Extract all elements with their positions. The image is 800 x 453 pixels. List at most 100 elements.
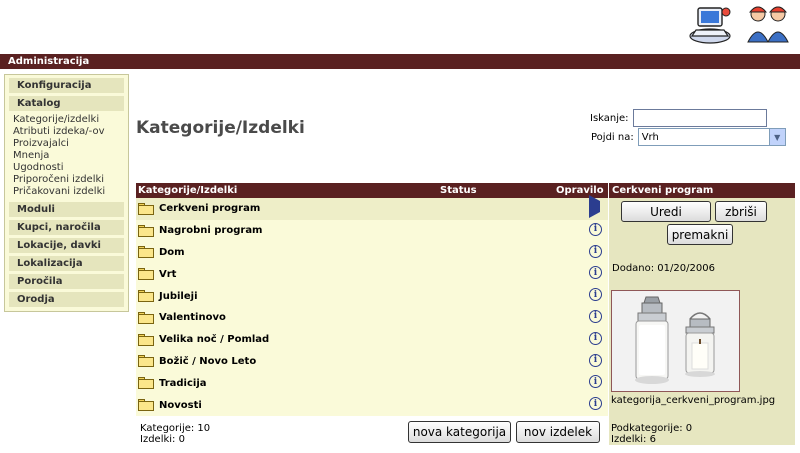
admin-title-bar: Administracija (0, 54, 800, 69)
detail-product-count: Izdelki: 6 (611, 434, 656, 445)
category-image (611, 290, 740, 392)
category-name[interactable]: Velika noč / Pomlad (159, 334, 269, 345)
goto-selected-value: Vrh (641, 131, 659, 143)
table-row[interactable]: Velika noč / Pomlad i (136, 328, 608, 351)
move-button[interactable]: premakni (667, 224, 733, 245)
sidebar-section-lokalizacija[interactable]: Lokalizacija (9, 256, 124, 271)
info-icon[interactable]: i (589, 375, 602, 389)
info-icon[interactable]: i (589, 331, 602, 345)
category-name[interactable]: Valentinovo (159, 312, 226, 323)
folder-icon (138, 268, 154, 281)
new-product-button[interactable]: nov izdelek (516, 421, 600, 443)
info-icon[interactable]: i (589, 222, 602, 236)
detail-counts: Podkategorije: 0 Izdelki: 6 (611, 423, 692, 445)
info-icon[interactable]: i (589, 397, 602, 411)
category-name[interactable]: Cerkveni program (159, 203, 260, 214)
added-date: Dodano: 01/20/2006 (612, 263, 715, 274)
sidebar-section-orodja[interactable]: Orodja (9, 292, 124, 307)
new-category-button[interactable]: nova kategorija (408, 421, 511, 443)
goto-select[interactable]: Vrh ▼ (637, 128, 786, 146)
folder-icon (138, 224, 154, 237)
page-title: Kategorije/Izdelki (136, 118, 305, 138)
edit-button[interactable]: Uredi (621, 201, 711, 222)
candle-lanterns-image (612, 291, 739, 391)
detail-panel: Cerkveni program Uredi zbriši premakni D… (609, 183, 795, 445)
computer-admin-icon (689, 7, 731, 44)
info-icon-wrap[interactable]: i (589, 288, 603, 302)
goto-label: Pojdi na: (591, 131, 634, 143)
table-row[interactable]: Tradicija i (136, 372, 608, 395)
search-label: Iskanje: (590, 112, 629, 124)
category-name[interactable]: Tradicija (159, 378, 207, 389)
sidebar-link-mnenja[interactable]: Mnenja (13, 150, 120, 162)
category-name[interactable]: Nagrobni program (159, 225, 262, 236)
sidebar-section-konfiguracija[interactable]: Konfiguracija (9, 78, 124, 93)
search-input[interactable] (632, 109, 767, 127)
sidebar-section-katalog[interactable]: Katalog (9, 96, 124, 111)
sidebar-section-porocila[interactable]: Poročila (9, 274, 124, 289)
sidebar-link-proizvajalci[interactable]: Proizvajalci (13, 138, 120, 150)
folder-icon (138, 202, 154, 215)
image-filename: kategorija_cerkveni_program.jpg (611, 395, 776, 406)
info-icon-wrap[interactable]: i (589, 309, 603, 324)
folder-icon (138, 355, 154, 368)
folder-icon (138, 311, 154, 324)
table-row[interactable]: Jubileji i (136, 285, 608, 307)
folder-icon (138, 399, 154, 412)
header-icons (686, 2, 792, 46)
play-icon[interactable] (589, 195, 600, 218)
folder-icon (138, 333, 154, 346)
goto-row: Pojdi na: Vrh ▼ (591, 128, 786, 146)
info-icon-wrap[interactable]: i (589, 375, 603, 389)
sidebar-section-moduli[interactable]: Moduli (9, 202, 124, 217)
table-header: Kategorije/Izdelki Status Opravilo (136, 183, 608, 198)
sidebar-link-priporoceni[interactable]: Priporočeni izdelki (13, 174, 120, 186)
search-row: Iskanje: (590, 109, 767, 127)
detail-title: Cerkveni program (609, 183, 795, 198)
subcategory-count: Podkategorije: 0 (611, 423, 693, 434)
category-name[interactable]: Vrt (159, 269, 176, 280)
table-row[interactable]: Novosti i (136, 394, 608, 416)
table-row[interactable]: Nagrobni program i (136, 219, 608, 242)
catalog-submenu: Kategorije/izdelki Atributi izdeka/-ov P… (9, 114, 124, 202)
info-icon-wrap[interactable]: i (589, 397, 603, 411)
info-icon[interactable]: i (589, 353, 602, 367)
info-icon[interactable]: i (589, 244, 602, 258)
folder-icon (138, 246, 154, 259)
column-header-name: Kategorije/Izdelki (138, 185, 238, 196)
category-name[interactable]: Novosti (159, 400, 202, 411)
category-count: Kategorije: 10 (140, 423, 211, 434)
sidebar-link-kategorije[interactable]: Kategorije/izdelki (13, 114, 120, 126)
sidebar-link-ugodnosti[interactable]: Ugodnosti (13, 162, 120, 174)
info-icon-wrap[interactable]: i (589, 244, 603, 259)
product-count: Izdelki: 0 (140, 434, 185, 445)
info-icon[interactable]: i (589, 288, 602, 302)
chevron-down-icon[interactable]: ▼ (768, 129, 785, 145)
table-row[interactable]: Božič / Novo Leto i (136, 350, 608, 373)
delete-button[interactable]: zbriši (715, 201, 767, 222)
table-footer-counts: Kategorije: 10 Izdelki: 0 (140, 423, 210, 445)
sidebar-link-atributi[interactable]: Atributi izdeka/-ov (13, 126, 120, 138)
info-icon-wrap[interactable]: i (589, 353, 603, 368)
info-icon-wrap[interactable]: i (589, 331, 603, 346)
table-row[interactable]: Dom i (136, 241, 608, 264)
info-icon[interactable]: i (589, 309, 602, 323)
column-header-status: Status (440, 185, 477, 196)
table-row[interactable]: Cerkveni program (136, 195, 608, 220)
sidebar-link-pricakovani[interactable]: Pričakovani izdelki (13, 186, 120, 198)
sidebar: Konfiguracija Katalog Kategorije/izdelki… (4, 74, 129, 312)
table-row[interactable]: Valentinovo i (136, 306, 608, 329)
workers-icon (747, 6, 789, 43)
category-name[interactable]: Dom (159, 247, 185, 258)
folder-icon (138, 377, 154, 390)
info-icon-wrap[interactable]: i (589, 222, 603, 237)
category-name[interactable]: Božič / Novo Leto (159, 356, 256, 367)
play-icon-wrap[interactable] (589, 195, 603, 218)
category-name[interactable]: Jubileji (159, 291, 198, 302)
sidebar-section-kupci[interactable]: Kupci, naročila (9, 220, 124, 235)
table-row[interactable]: Vrt i (136, 263, 608, 286)
info-icon-wrap[interactable]: i (589, 266, 603, 280)
sidebar-section-lokacije[interactable]: Lokacije, davki (9, 238, 124, 253)
folder-icon (138, 290, 154, 303)
info-icon[interactable]: i (589, 266, 602, 280)
